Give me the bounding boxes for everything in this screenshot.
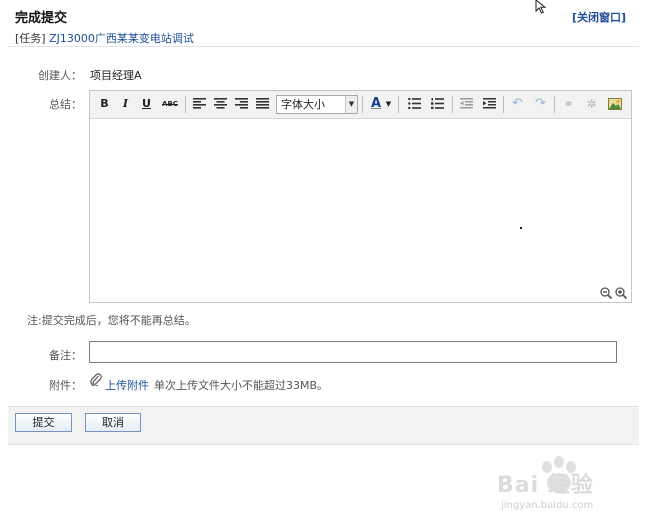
font-color-button[interactable]: A [369, 96, 383, 112]
bullet-list-icon[interactable] [406, 96, 423, 112]
watermark-text: Bai 经验 [497, 473, 594, 498]
page-title: 完成提交 [15, 11, 68, 26]
toolbar-separator [398, 96, 399, 113]
zoom-out-icon[interactable] [600, 287, 613, 300]
font-size-select[interactable]: 字体大小 ▼ [276, 95, 358, 114]
toolbar-separator [362, 96, 363, 113]
toolbar-separator [452, 96, 453, 113]
upload-size-hint: 单次上传文件大小不能超过33MB。 [154, 379, 329, 392]
strikethrough-button[interactable]: ABC [160, 96, 180, 112]
task-name: ZJ13000广西某某变电站调试 [49, 32, 194, 45]
toolbar-separator [503, 96, 504, 113]
link-icon[interactable]: ⚭ [560, 96, 577, 112]
remark-label: 备注： [49, 349, 82, 362]
submit-button[interactable]: 提交 [15, 413, 72, 432]
zoom-in-icon[interactable] [615, 287, 628, 300]
align-right-icon[interactable] [233, 96, 250, 112]
attachment-label: 附件： [49, 379, 82, 392]
upload-attachment-link[interactable]: 上传附件 [105, 377, 149, 393]
submit-note: 注:提交完成后，您将不能再总结。 [27, 314, 196, 327]
summary-editor: B I U ABC 字体大小 ▼ A ▼ ↶ ↷ ⚭ ✲ [89, 90, 632, 303]
align-center-icon[interactable] [212, 96, 229, 112]
undo-icon[interactable]: ↶ [509, 96, 526, 112]
close-window-link[interactable]: [关闭窗口] [572, 9, 626, 25]
task-prefix: [任务] [15, 32, 46, 45]
text-cursor-dot [520, 227, 522, 229]
header-divider [8, 46, 639, 47]
task-line: [任务] ZJ13000广西某某变电站调试 [15, 30, 194, 46]
underline-button[interactable]: U [138, 96, 155, 112]
watermark-url: jingyan.baidu.com [501, 500, 594, 511]
indent-icon[interactable] [481, 96, 498, 112]
outdent-icon[interactable] [458, 96, 475, 112]
creator-label: 创建人： [38, 69, 82, 82]
remark-input[interactable] [89, 341, 617, 363]
bold-button[interactable]: B [96, 96, 113, 112]
summary-label: 总结： [49, 98, 82, 111]
toolbar-separator [185, 96, 186, 113]
paperclip-icon [90, 373, 102, 389]
font-size-select-label: 字体大小 [281, 98, 325, 111]
cancel-button[interactable]: 取消 [85, 413, 141, 432]
image-icon[interactable] [606, 96, 623, 112]
watermark: Bai 经验 jingyan.baidu.com [497, 455, 647, 525]
toolbar-separator [554, 96, 555, 113]
align-justify-icon[interactable] [254, 96, 271, 112]
mouse-cursor-icon [535, 0, 549, 17]
chevron-down-icon: ▼ [345, 96, 357, 113]
font-color-dropdown-icon[interactable]: ▼ [384, 96, 393, 112]
redo-icon[interactable]: ↷ [532, 96, 549, 112]
align-left-icon[interactable] [191, 96, 208, 112]
editor-toolbar: B I U ABC 字体大小 ▼ A ▼ ↶ ↷ ⚭ ✲ [90, 91, 631, 119]
italic-button[interactable]: I [117, 96, 134, 112]
creator-value: 项目经理A [90, 69, 142, 82]
unlink-icon[interactable]: ✲ [583, 96, 600, 112]
numbered-list-icon[interactable] [429, 96, 446, 112]
editor-content-area[interactable] [90, 119, 631, 302]
